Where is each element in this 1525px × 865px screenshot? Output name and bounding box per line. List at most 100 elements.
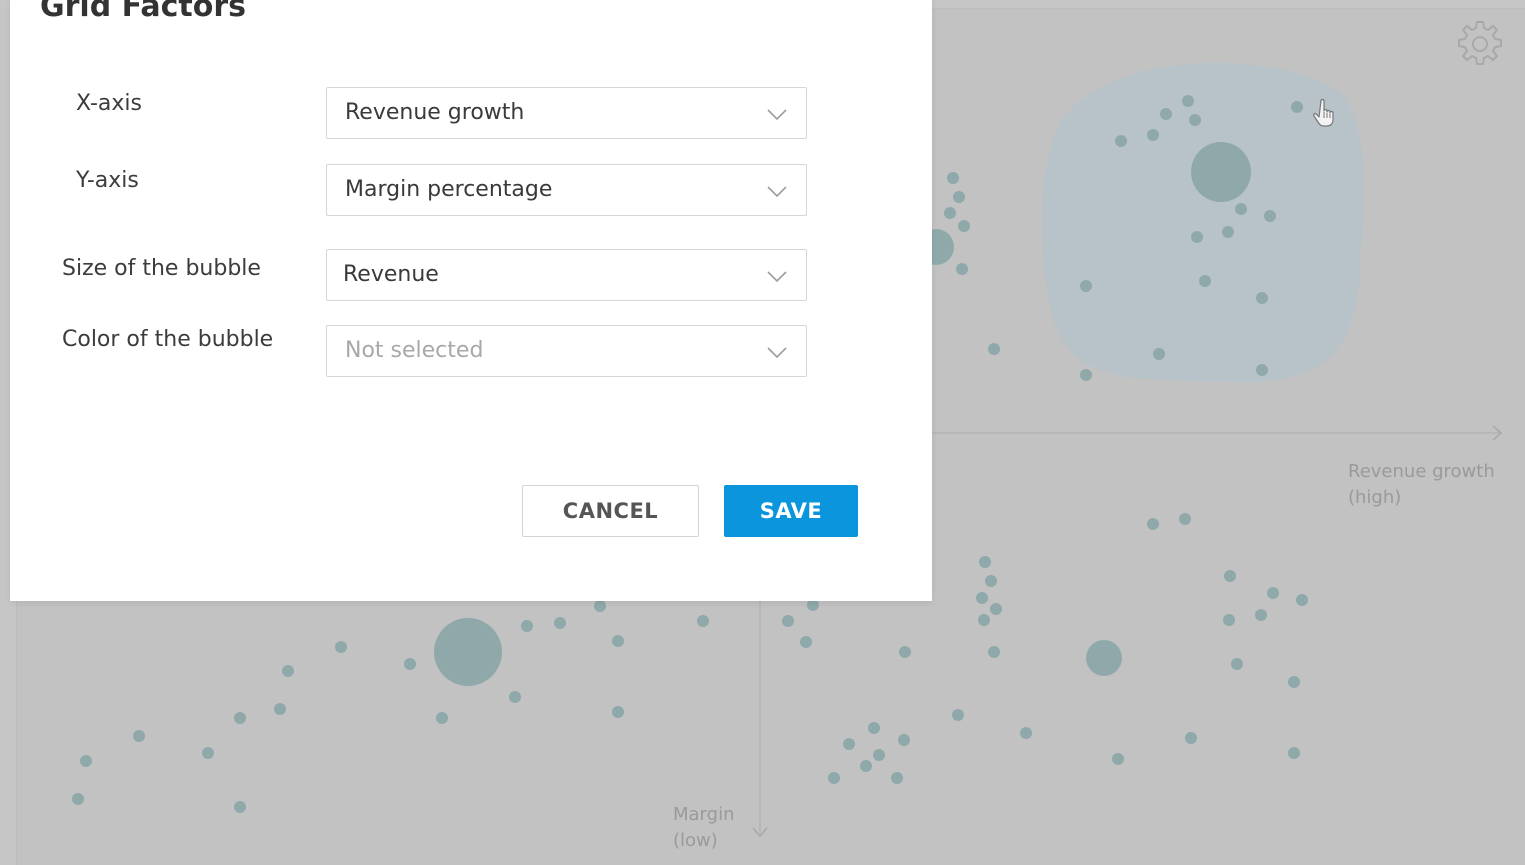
- bubble: [1080, 280, 1092, 292]
- bubble: [988, 343, 1000, 355]
- bubble: [1080, 369, 1092, 381]
- chevron-down-icon: [767, 109, 787, 121]
- x-axis-label-line2: (high): [1348, 487, 1402, 508]
- bubble-color-field-label: Color of the bubble: [62, 327, 274, 352]
- bubble-size-select-value: Revenue: [343, 262, 439, 287]
- bubble: [509, 691, 521, 703]
- bubble: [594, 600, 606, 612]
- grid-factors-dialog: Grid Factors X-axis Revenue growth Y-axi…: [10, 0, 932, 601]
- bubble: [80, 755, 92, 767]
- bubble: [1185, 732, 1197, 744]
- y-axis-label-line1: Margin: [673, 804, 735, 825]
- bubble: [1231, 658, 1243, 670]
- bubble: [1288, 676, 1300, 688]
- bubble: [436, 712, 448, 724]
- bubble: [979, 556, 991, 568]
- bubble: [1115, 135, 1127, 147]
- bubble: [1235, 203, 1247, 215]
- chevron-down-icon: [767, 347, 787, 359]
- save-button[interactable]: SAVE: [724, 485, 858, 537]
- bubble: [282, 665, 294, 677]
- bubble: [202, 747, 214, 759]
- chevron-down-icon: [767, 271, 787, 283]
- y-axis-label-line2: (low): [673, 830, 718, 851]
- hand-pointer-icon: [1313, 98, 1334, 127]
- bubble: [952, 709, 964, 721]
- cancel-button[interactable]: CANCEL: [522, 485, 699, 537]
- bubble: [234, 801, 246, 813]
- bubble: [1199, 275, 1211, 287]
- bubble: [1264, 210, 1276, 222]
- x-axis-label: Revenue growth (high): [1348, 459, 1525, 511]
- bubble: [1288, 747, 1300, 759]
- x-axis-select[interactable]: Revenue growth: [326, 87, 807, 139]
- y-axis-label: Margin (low): [673, 802, 763, 854]
- bubble: [234, 712, 246, 724]
- bubble: [843, 738, 855, 750]
- bubble: [335, 641, 347, 653]
- bubble: [985, 575, 997, 587]
- bubble: [976, 592, 988, 604]
- bubble: [1256, 292, 1268, 304]
- bubble-size-field-label: Size of the bubble: [62, 256, 261, 281]
- bubble: [1191, 142, 1251, 202]
- bubble: [947, 172, 959, 184]
- bubble: [899, 646, 911, 658]
- bubble: [1191, 231, 1203, 243]
- bubble-size-select[interactable]: Revenue: [326, 249, 807, 301]
- bubble: [978, 614, 990, 626]
- bubble: [990, 603, 1002, 615]
- x-axis-label-line1: Revenue growth: [1348, 461, 1495, 482]
- chevron-down-icon: [767, 186, 787, 198]
- bubble: [953, 191, 965, 203]
- bubble: [1296, 594, 1308, 606]
- bubble: [1224, 570, 1236, 582]
- y-axis-select[interactable]: Margin percentage: [326, 164, 807, 216]
- bubble: [1256, 364, 1268, 376]
- bubble: [1255, 609, 1267, 621]
- bubble: [944, 207, 956, 219]
- bubble: [782, 615, 794, 627]
- bubble: [1153, 348, 1165, 360]
- bubble: [612, 706, 624, 718]
- bubble: [800, 636, 812, 648]
- bubble: [697, 615, 709, 627]
- bubble-color-select[interactable]: Not selected: [326, 325, 807, 377]
- bubble: [956, 263, 968, 275]
- x-axis-select-value: Revenue growth: [345, 100, 525, 125]
- bubble: [958, 220, 970, 232]
- bubble-color-select-value: Not selected: [345, 338, 484, 363]
- bubble: [1222, 226, 1234, 238]
- bubble: [1112, 753, 1124, 765]
- bubble: [72, 793, 84, 805]
- bubble: [404, 658, 416, 670]
- y-axis-select-value: Margin percentage: [345, 177, 553, 202]
- bubble: [1147, 518, 1159, 530]
- bubble: [891, 772, 903, 784]
- bubble: [873, 749, 885, 761]
- x-axis-field-label: X-axis: [76, 91, 142, 116]
- bubble: [1086, 640, 1122, 676]
- bubble: [434, 618, 502, 686]
- bubble: [1020, 727, 1032, 739]
- bubble: [1189, 114, 1201, 126]
- bubble: [828, 772, 840, 784]
- gear-icon[interactable]: [1454, 18, 1506, 70]
- bubble: [1160, 108, 1172, 120]
- bubble: [898, 734, 910, 746]
- bubble: [554, 617, 566, 629]
- bubble: [1182, 95, 1194, 107]
- y-axis-field-label: Y-axis: [76, 168, 139, 193]
- bubble: [1179, 513, 1191, 525]
- bubble: [868, 722, 880, 734]
- bubble: [988, 646, 1000, 658]
- dialog-title: Grid Factors: [40, 0, 246, 24]
- bubble: [133, 730, 145, 742]
- bubble: [521, 620, 533, 632]
- bubble: [1267, 587, 1279, 599]
- bubble: [274, 703, 286, 715]
- bubble: [612, 635, 624, 647]
- bubble: [1291, 101, 1303, 113]
- bubble: [860, 760, 872, 772]
- bubble: [1147, 129, 1159, 141]
